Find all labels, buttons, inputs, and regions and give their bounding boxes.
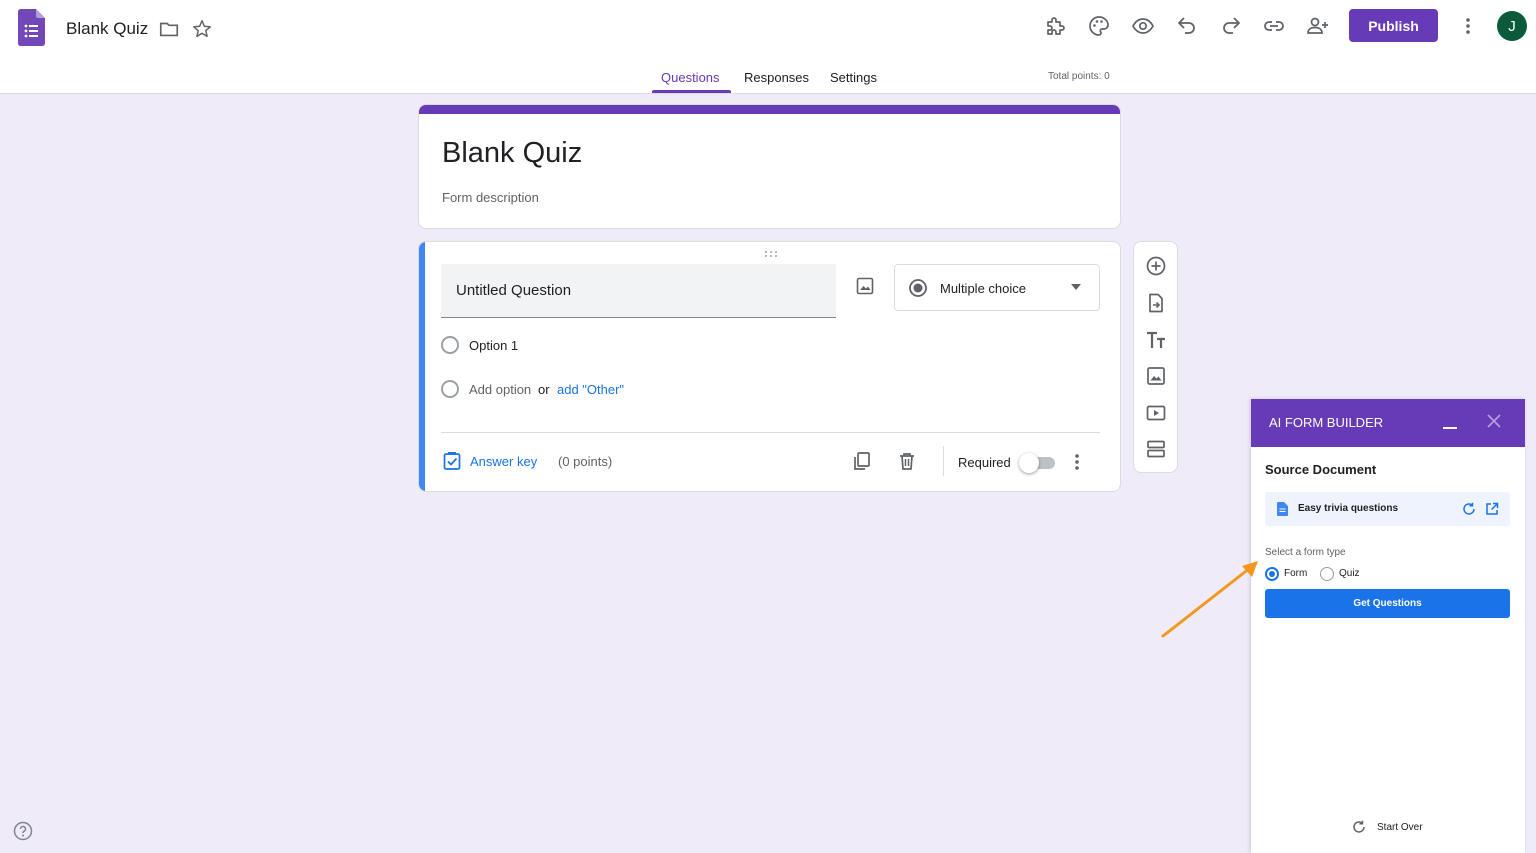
or-text: or [538,382,550,397]
accent-bar [419,105,1120,114]
chevron-down-icon [1071,284,1081,290]
source-document-item[interactable]: Easy trivia questions [1265,492,1510,526]
active-tab-indicator [652,90,731,93]
question-type-label: Multiple choice [940,281,1026,296]
question-more-icon[interactable] [1069,451,1085,473]
ai-form-builder-panel: AI FORM BUILDER Source Document Easy tri… [1251,399,1525,853]
toolbar-divider [943,446,944,476]
required-toggle-knob[interactable] [1019,453,1039,473]
radio-button-icon [909,279,927,297]
duplicate-icon[interactable] [851,450,873,472]
total-points: Total points: 0 [1048,71,1110,82]
card-divider [441,432,1100,433]
form-title-card[interactable]: Blank Quiz Form description [418,104,1121,229]
form-type-label: Select a form type [1265,547,1346,558]
more-vert-icon[interactable] [1458,14,1478,38]
eye-icon[interactable] [1131,14,1155,38]
form-title[interactable]: Blank Quiz [442,137,582,170]
forms-logo-icon[interactable] [18,9,45,46]
form-tabs: Questions Responses Settings Total point… [0,64,1536,94]
tab-responses[interactable]: Responses [744,70,809,85]
source-document-heading: Source Document [1265,462,1377,477]
option-radio [441,336,459,354]
add-title-icon[interactable] [1145,329,1167,351]
form-description-field[interactable]: Form description [442,190,539,205]
add-option-radio [441,380,459,398]
question-title-text: Untitled Question [456,282,572,299]
puzzle-icon[interactable] [1043,14,1067,38]
app-header: Blank Quiz Publish J Questions Responses [0,0,1536,94]
redo-icon[interactable] [1219,14,1243,38]
start-over-icon[interactable] [1352,820,1366,834]
ai-panel-header: AI FORM BUILDER [1251,399,1525,447]
undo-icon[interactable] [1175,14,1199,38]
import-questions-icon[interactable] [1145,292,1167,314]
avatar[interactable]: J [1497,11,1527,41]
form-type-radio-quiz[interactable] [1320,567,1334,581]
tab-questions[interactable]: Questions [661,70,720,85]
annotation-arrow [1161,561,1258,638]
star-icon[interactable] [191,18,213,40]
add-image-icon[interactable] [855,276,875,296]
doc-title[interactable]: Blank Quiz [66,19,148,39]
folder-icon[interactable] [158,18,180,40]
option-1-label[interactable]: Option 1 [469,338,518,353]
palette-icon[interactable] [1087,14,1111,38]
get-questions-button[interactable]: Get Questions [1265,589,1510,618]
refresh-icon[interactable] [1462,502,1476,516]
doc-icon [1277,502,1288,516]
add-image-icon[interactable] [1145,365,1167,387]
add-option-button[interactable]: Add option [469,382,531,397]
question-points: (0 points) [558,454,613,469]
ai-panel-title: AI FORM BUILDER [1269,415,1384,430]
question-title-input[interactable]: Untitled Question [441,264,836,318]
required-label: Required [958,455,1011,470]
publish-button[interactable]: Publish [1349,9,1438,42]
add-section-icon[interactable] [1145,438,1167,460]
form-type-label-form[interactable]: Form [1284,568,1307,579]
side-toolbar [1133,241,1178,473]
delete-icon[interactable] [896,450,918,472]
start-over-button[interactable]: Start Over [1377,822,1423,833]
open-external-icon[interactable] [1485,502,1499,516]
add-other-button[interactable]: add "Other" [557,382,624,397]
tab-settings[interactable]: Settings [830,70,877,85]
question-type-select[interactable]: Multiple choice [894,264,1100,311]
add-person-icon[interactable] [1306,14,1330,38]
help-icon[interactable] [13,821,33,841]
source-document-name: Easy trivia questions [1298,503,1399,514]
add-question-icon[interactable] [1145,255,1167,277]
question-card[interactable]: Untitled Question Multiple choice Option… [418,241,1121,492]
close-icon[interactable] [1487,414,1501,428]
active-question-indicator [419,242,425,491]
drag-handle-icon[interactable] [763,250,779,258]
form-type-label-quiz[interactable]: Quiz [1339,568,1360,579]
minimize-icon[interactable] [1443,427,1457,429]
link-icon[interactable] [1262,14,1286,38]
answer-key-icon[interactable] [442,451,462,471]
answer-key-button[interactable]: Answer key [470,454,537,469]
add-video-icon[interactable] [1145,402,1167,424]
